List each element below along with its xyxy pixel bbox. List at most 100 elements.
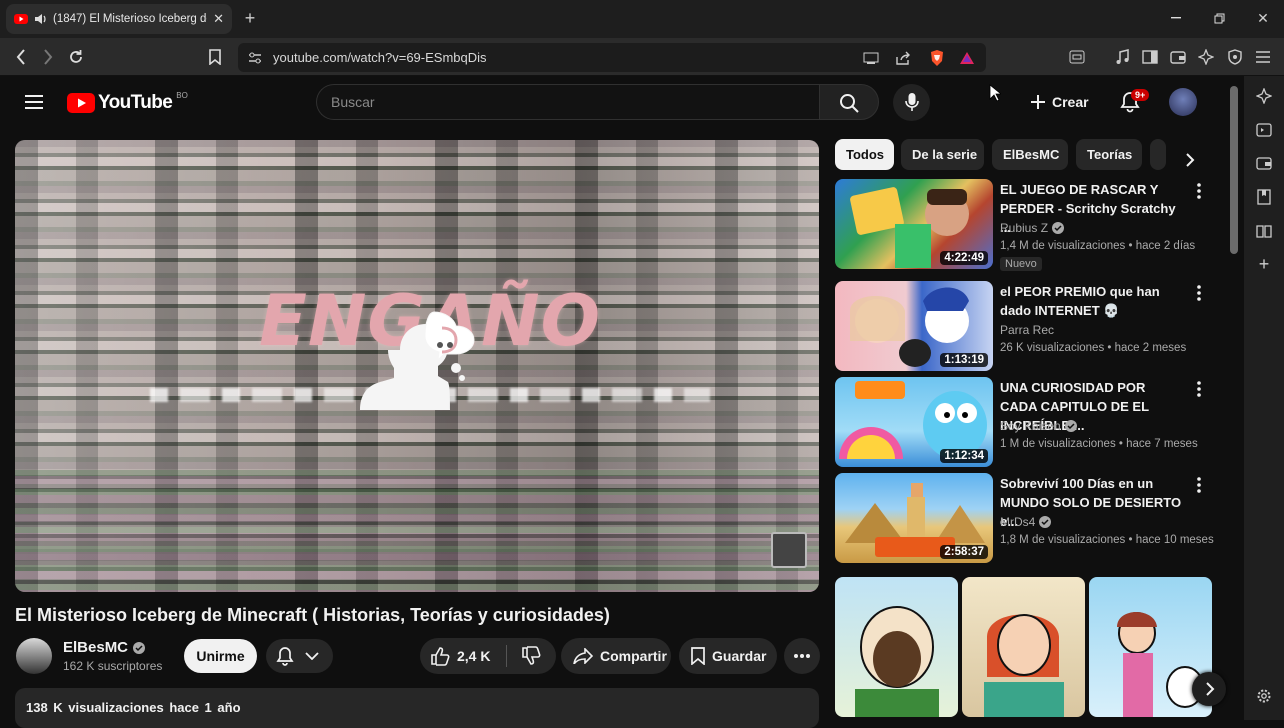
user-avatar[interactable] bbox=[1169, 88, 1197, 116]
address-bar[interactable]: youtube.com/watch?v=69-ESmbqDis bbox=[238, 43, 986, 72]
channel-name[interactable]: Rubius Z bbox=[1000, 221, 1048, 235]
more-vertical-icon[interactable] bbox=[1197, 381, 1201, 397]
search-input[interactable] bbox=[331, 94, 801, 110]
channel-row[interactable]: Soy Kaisen bbox=[1000, 419, 1077, 433]
voice-search-button[interactable] bbox=[893, 84, 930, 121]
sidebar-reading-list-icon[interactable] bbox=[1254, 221, 1274, 241]
recommended-video[interactable]: 2:58:37 Sobreviví 100 Días en un MUNDO S… bbox=[835, 473, 1215, 565]
description-box[interactable]: 138 K visualizaciones hace 1 año bbox=[15, 688, 819, 728]
audio-playing-icon[interactable] bbox=[34, 13, 47, 25]
browser-menu-icon[interactable] bbox=[1253, 47, 1273, 67]
chip-partial[interactable] bbox=[1150, 139, 1166, 170]
more-vertical-icon[interactable] bbox=[1197, 477, 1201, 493]
channel-name-row[interactable]: ElBesMC bbox=[63, 639, 146, 656]
short-thumbnail[interactable] bbox=[835, 577, 958, 717]
forward-arrow-icon[interactable] bbox=[38, 47, 58, 67]
video-title[interactable]: el PEOR PREMIO que han dado INTERNET 💀 bbox=[1000, 282, 1185, 320]
shorts-next-button[interactable] bbox=[1192, 672, 1226, 706]
channel-name[interactable]: Parra Rec bbox=[1000, 323, 1054, 337]
tab-manager-icon[interactable] bbox=[1067, 47, 1087, 67]
bell-icon bbox=[275, 645, 295, 667]
reload-icon[interactable] bbox=[66, 47, 86, 67]
save-label: Guardar bbox=[712, 648, 767, 664]
video-player[interactable]: ENGAÑO bbox=[15, 140, 819, 592]
channel-name[interactable]: Soy Kaisen bbox=[1000, 419, 1061, 433]
media-music-icon[interactable] bbox=[1112, 47, 1132, 67]
chip-channel[interactable]: ElBesMC bbox=[992, 139, 1068, 170]
channel-avatar[interactable] bbox=[16, 638, 52, 674]
channel-name[interactable]: MrDs4 bbox=[1000, 515, 1035, 529]
notification-count-badge: 9+ bbox=[1131, 89, 1150, 101]
close-tab-icon[interactable]: ✕ bbox=[213, 11, 224, 27]
share-page-icon[interactable] bbox=[894, 49, 912, 67]
wallet-icon[interactable] bbox=[1168, 47, 1188, 67]
vpn-shield-icon[interactable] bbox=[1225, 47, 1245, 67]
back-arrow-icon[interactable] bbox=[11, 47, 31, 67]
save-button[interactable]: Guardar bbox=[679, 638, 777, 674]
thumbs-up-icon[interactable] bbox=[430, 646, 450, 666]
video-thumbnail[interactable]: 4:22:49 bbox=[835, 179, 993, 269]
plus-icon bbox=[1030, 94, 1046, 110]
thumbs-down-icon[interactable] bbox=[521, 646, 541, 666]
chip-teorias[interactable]: Teorías bbox=[1076, 139, 1142, 170]
sidebar-toggle-icon[interactable] bbox=[1140, 47, 1160, 67]
cast-icon[interactable] bbox=[862, 49, 880, 67]
channel-row[interactable]: Rubius Z bbox=[1000, 221, 1065, 235]
search-button[interactable] bbox=[819, 84, 879, 120]
share-label: Compartir bbox=[600, 648, 667, 664]
subscription-bell-button[interactable] bbox=[266, 639, 333, 673]
verified-check-icon bbox=[1064, 420, 1077, 432]
chips-next-chevron-icon[interactable] bbox=[1180, 150, 1200, 170]
video-thumbnail[interactable]: 2:58:37 bbox=[835, 473, 993, 563]
chip-de-la-serie[interactable]: De la serie bbox=[901, 139, 984, 170]
sidebar-wallet-icon[interactable] bbox=[1254, 153, 1274, 173]
youtube-favicon-icon bbox=[14, 14, 28, 24]
more-actions-button[interactable] bbox=[784, 638, 820, 674]
minimize-icon[interactable] bbox=[1166, 8, 1186, 28]
sidebar-settings-icon[interactable] bbox=[1254, 686, 1274, 706]
video-thumbnail[interactable]: 1:13:19 bbox=[835, 281, 993, 371]
recommended-video[interactable]: 1:13:19 el PEOR PREMIO que han dado INTE… bbox=[835, 281, 1215, 373]
share-arrow-icon bbox=[573, 648, 593, 664]
more-vertical-icon[interactable] bbox=[1197, 183, 1201, 199]
tab-title: (1847) El Misterioso Iceberg de Minecraf… bbox=[53, 13, 207, 25]
brave-rewards-icon[interactable] bbox=[957, 48, 977, 68]
verified-check-icon bbox=[1052, 222, 1065, 234]
share-button[interactable]: Compartir bbox=[561, 638, 671, 674]
create-button[interactable]: Crear bbox=[1020, 85, 1100, 119]
country-code: BO bbox=[176, 90, 188, 100]
browser-tab[interactable]: (1847) El Misterioso Iceberg de Minecraf… bbox=[6, 4, 232, 34]
video-thumbnail[interactable]: 1:12:34 bbox=[835, 377, 993, 467]
sidebar-bookmarks-icon[interactable] bbox=[1254, 187, 1274, 207]
youtube-logo[interactable]: YouTube BO bbox=[67, 90, 188, 114]
sidebar-talk-icon[interactable] bbox=[1254, 120, 1274, 140]
video-meta: 1 M de visualizaciones • hace 7 meses bbox=[1000, 438, 1198, 450]
leo-ai-icon[interactable] bbox=[1196, 47, 1216, 67]
channel-watermark[interactable] bbox=[771, 532, 807, 568]
channel-name[interactable]: ElBesMC bbox=[63, 639, 128, 656]
join-button[interactable]: Unirme bbox=[184, 639, 257, 673]
sidebar-leo-icon[interactable] bbox=[1254, 86, 1274, 106]
thinking-person-icon bbox=[358, 310, 478, 420]
new-tab-icon[interactable]: + bbox=[240, 8, 260, 28]
channel-row[interactable]: MrDs4 bbox=[1000, 515, 1052, 529]
brave-shields-icon[interactable] bbox=[927, 48, 947, 68]
more-vertical-icon[interactable] bbox=[1197, 285, 1201, 301]
search-box[interactable] bbox=[316, 84, 819, 120]
short-thumbnail[interactable] bbox=[962, 577, 1085, 717]
site-info-icon[interactable] bbox=[246, 49, 264, 67]
page-scrollbar[interactable] bbox=[1230, 86, 1238, 254]
video-duration: 2:58:37 bbox=[940, 545, 988, 559]
sidebar-add-icon[interactable]: + bbox=[1254, 254, 1274, 274]
hamburger-menu-icon[interactable] bbox=[22, 91, 46, 113]
close-window-icon[interactable]: ✕ bbox=[1253, 8, 1273, 28]
like-count[interactable]: 2,4 K bbox=[457, 648, 490, 664]
bookmark-icon[interactable] bbox=[205, 47, 225, 67]
chip-todos[interactable]: Todos bbox=[835, 139, 894, 170]
browser-sidebar: + bbox=[1244, 76, 1284, 720]
video-duration: 1:12:34 bbox=[940, 449, 988, 463]
recommended-video[interactable]: 4:22:49 EL JUEGO DE RASCAR Y PERDER - Sc… bbox=[835, 179, 1215, 271]
recommended-video[interactable]: 1:12:34 UNA CURIOSIDAD POR CADA CAPITULO… bbox=[835, 377, 1215, 469]
channel-row[interactable]: Parra Rec bbox=[1000, 323, 1054, 337]
maximize-icon[interactable] bbox=[1209, 8, 1229, 28]
